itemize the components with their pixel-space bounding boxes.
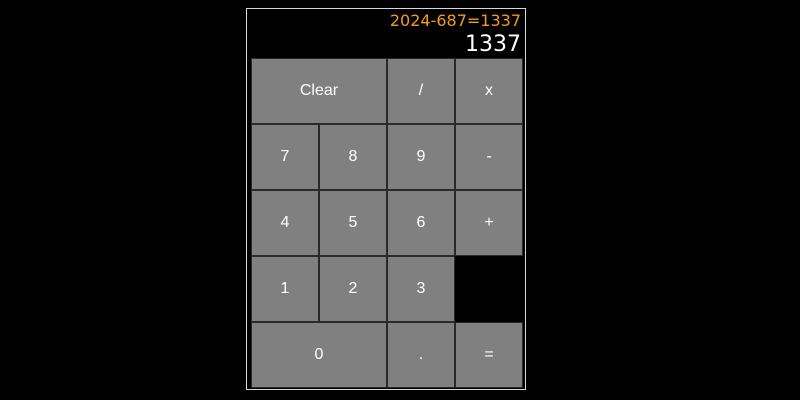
digit-3-button[interactable]: 3	[387, 256, 455, 322]
empty-key-slot	[455, 256, 523, 322]
digit-9-button[interactable]: 9	[387, 124, 455, 190]
digit-0-button[interactable]: 0	[251, 322, 387, 388]
divide-button[interactable]: /	[387, 58, 455, 124]
digit-5-button[interactable]: 5	[319, 190, 387, 256]
digit-2-button[interactable]: 2	[319, 256, 387, 322]
calculator: 2024-687=1337 1337 Clear / x 7 8 9 - 4 5…	[246, 8, 526, 390]
multiply-button[interactable]: x	[455, 58, 523, 124]
digit-8-button[interactable]: 8	[319, 124, 387, 190]
plus-button[interactable]: +	[455, 190, 523, 256]
result-readout: 1337	[465, 32, 521, 57]
equals-button[interactable]: =	[455, 322, 523, 388]
digit-6-button[interactable]: 6	[387, 190, 455, 256]
clear-button[interactable]: Clear	[251, 58, 387, 124]
digit-4-button[interactable]: 4	[251, 190, 319, 256]
decimal-button[interactable]: .	[387, 322, 455, 388]
calculator-display: 2024-687=1337 1337	[247, 9, 525, 58]
keypad: Clear / x 7 8 9 - 4 5 6 + 1 2 3 0 . =	[251, 58, 523, 388]
minus-button[interactable]: -	[455, 124, 523, 190]
expression-readout: 2024-687=1337	[389, 11, 521, 30]
digit-7-button[interactable]: 7	[251, 124, 319, 190]
digit-1-button[interactable]: 1	[251, 256, 319, 322]
